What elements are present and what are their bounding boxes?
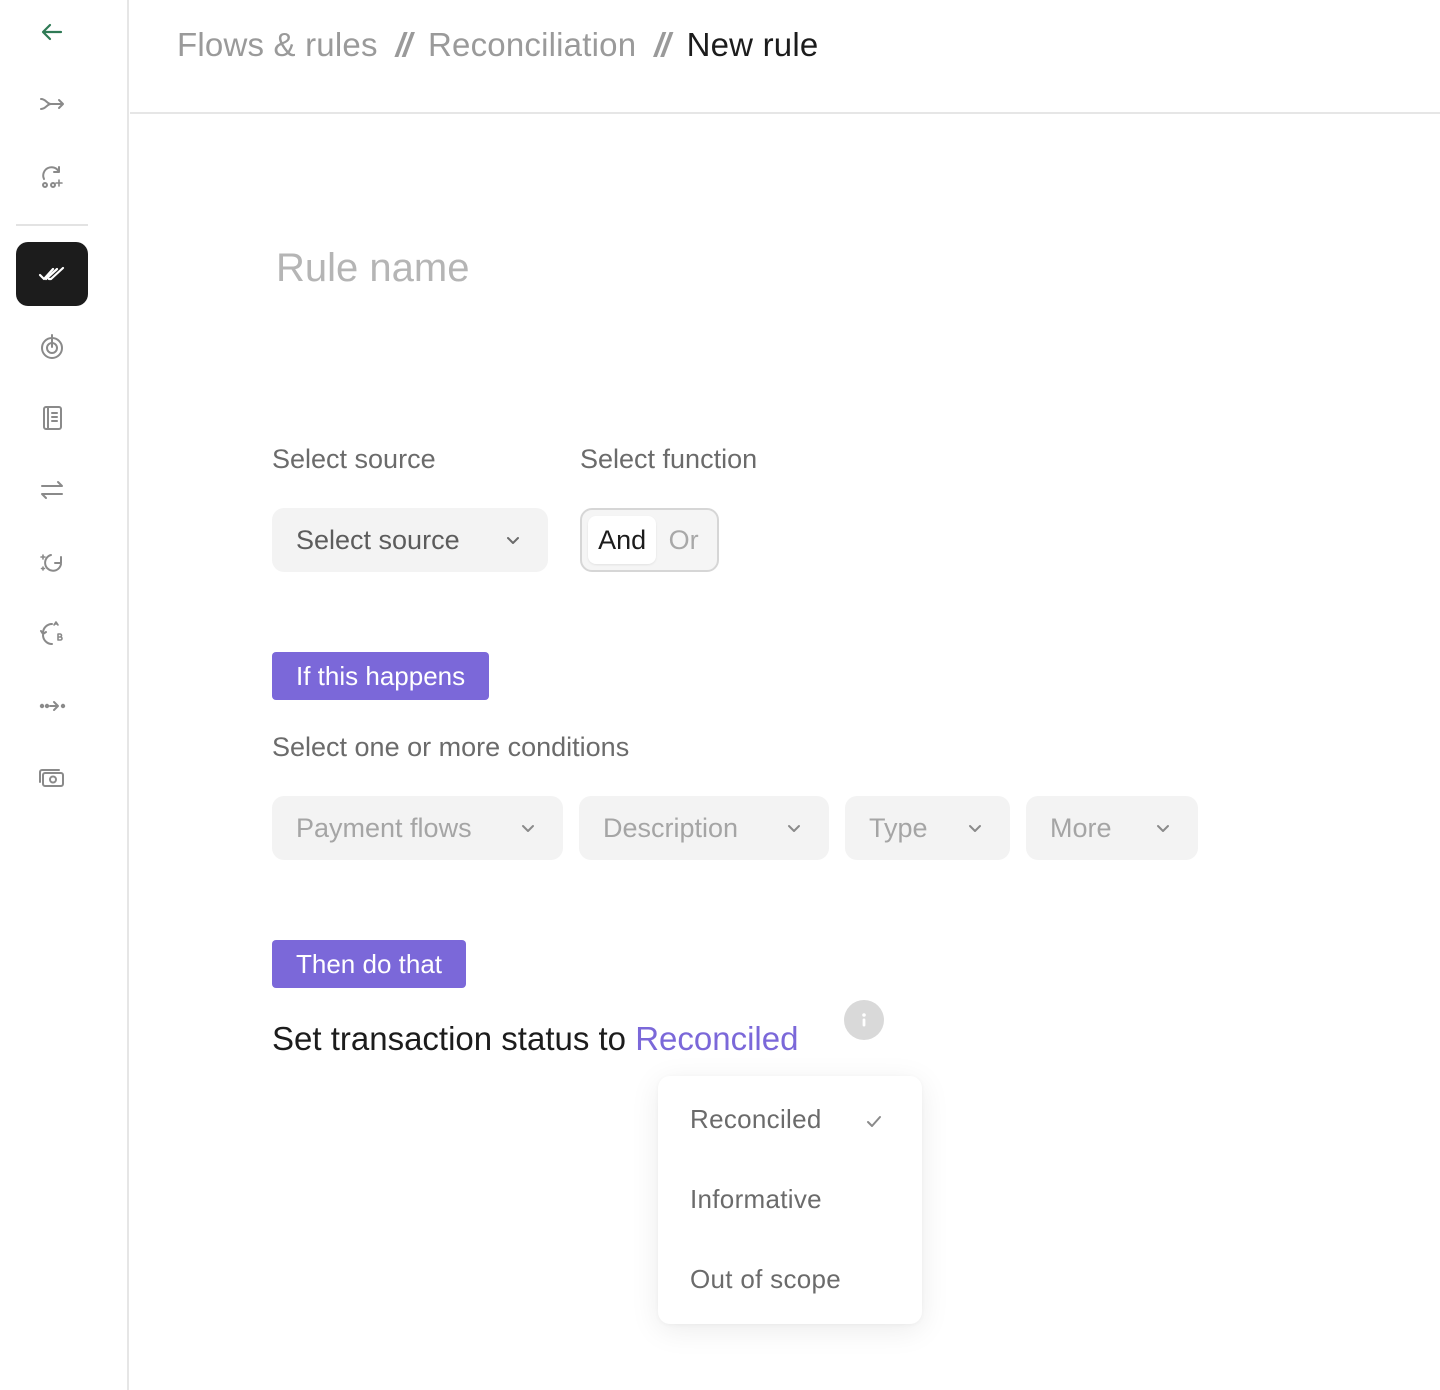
check-icon [867, 1116, 881, 1127]
breadcrumb: Flows & rules // Reconciliation // New r… [177, 26, 818, 64]
status-dropdown-menu: Reconciled Informative Out of scope [658, 1076, 922, 1324]
action-text: Set transaction status to [272, 1020, 627, 1057]
status-value-link[interactable]: Reconciled [635, 1020, 798, 1057]
select-source-label: Select source [272, 444, 436, 474]
breadcrumb-current-page: New rule [686, 26, 819, 63]
dotted-flow-icon[interactable] [16, 674, 88, 738]
breadcrumb-reconciliation[interactable]: Reconciliation [428, 26, 636, 64]
status-option-out-of-scope[interactable]: Out of scope [690, 1264, 841, 1295]
chevron-down-icon [522, 825, 534, 832]
function-and-option[interactable]: And [588, 516, 657, 564]
function-or-option[interactable]: Or [656, 516, 711, 564]
description-select[interactable]: Description [579, 796, 829, 860]
sidebar-divider [16, 224, 88, 226]
select-function-label: Select function [580, 444, 758, 474]
ab-swap-icon[interactable] [16, 602, 88, 666]
merge-flow-icon[interactable] [16, 72, 88, 136]
payment-flows-select[interactable]: Payment flows [272, 796, 563, 860]
sparkle-refresh-icon[interactable] [16, 530, 88, 594]
double-check-icon[interactable] [16, 242, 88, 306]
function-toggle: And Or [580, 508, 719, 572]
back-arrow-icon[interactable] [16, 0, 88, 64]
rule-name-input[interactable] [276, 246, 976, 291]
type-label: Type [869, 812, 928, 843]
info-icon[interactable] [844, 1000, 884, 1040]
cycle-nodes-icon[interactable] [16, 144, 88, 208]
ledger-book-icon[interactable] [16, 386, 88, 450]
chevron-down-icon [969, 825, 981, 832]
more-select[interactable]: More [1026, 796, 1198, 860]
sidebar [0, 0, 129, 1390]
chevron-down-icon [1157, 825, 1169, 832]
cash-icon[interactable] [16, 746, 88, 810]
source-select[interactable]: Select source [272, 508, 548, 572]
more-label: More [1050, 812, 1112, 843]
action-sentence: Set transaction status to Reconciled [272, 1020, 798, 1058]
description-label: Description [603, 812, 739, 843]
source-select-value: Select source [296, 524, 460, 555]
target-icon[interactable] [16, 314, 88, 378]
chevron-down-icon [507, 537, 519, 544]
if-this-happens-tag: If this happens [272, 652, 490, 700]
breadcrumb-separator: // [654, 26, 670, 63]
status-option-informative[interactable]: Informative [690, 1184, 822, 1215]
conditions-label: Select one or more conditions [272, 732, 630, 762]
transfer-arrows-icon[interactable] [16, 458, 88, 522]
chevron-down-icon [788, 825, 800, 832]
type-select[interactable]: Type [845, 796, 1010, 860]
payment-flows-label: Payment flows [296, 812, 472, 843]
breadcrumb-separator: // [395, 26, 412, 63]
top-bar: Flows & rules // Reconciliation // New r… [130, 0, 1440, 114]
status-option-reconciled[interactable]: Reconciled [690, 1104, 822, 1135]
breadcrumb-flows-rules[interactable]: Flows & rules [177, 26, 378, 64]
then-do-that-tag: Then do that [272, 940, 466, 988]
